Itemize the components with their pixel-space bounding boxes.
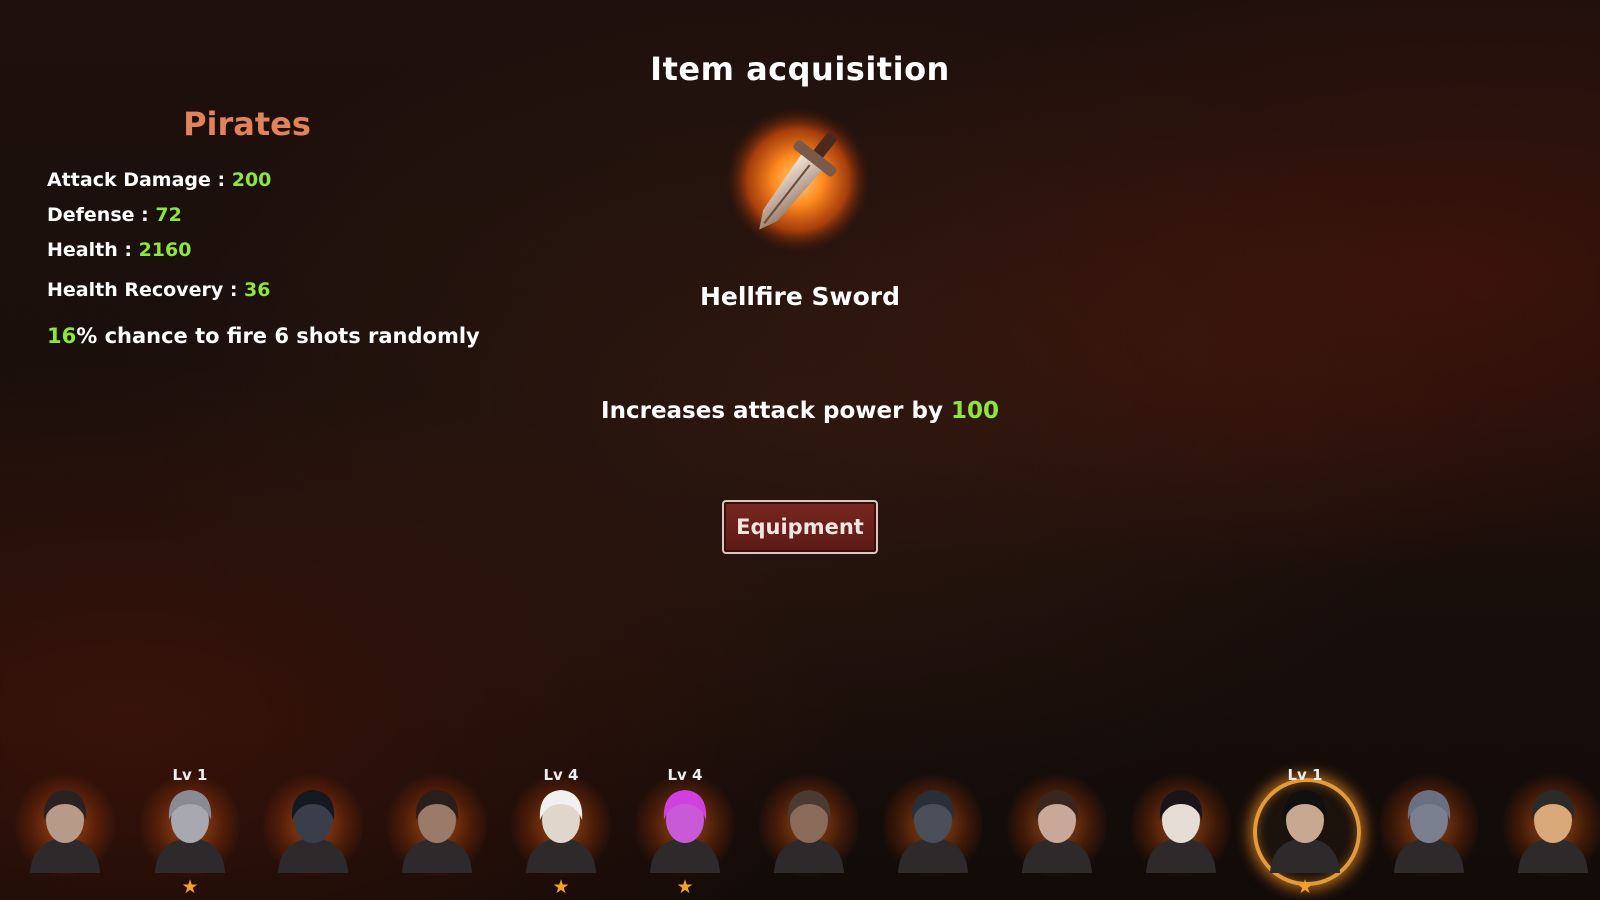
armored-soldier-portrait <box>1394 790 1464 873</box>
roster-slot[interactable] <box>10 760 120 900</box>
skill-text: % chance to fire 6 shots randomly <box>76 324 480 348</box>
stat-label: Health : <box>47 239 139 261</box>
helmeted-knight-portrait <box>155 790 225 873</box>
roster-slot[interactable]: Lv 4 ★ <box>630 760 740 900</box>
item-desc-text: Increases attack power by <box>601 398 951 424</box>
star-icon: ★ <box>552 876 570 898</box>
roster-slot[interactable] <box>258 760 368 900</box>
pink-haired-ninja-portrait <box>650 790 720 873</box>
level-label: Lv 1 <box>172 766 208 784</box>
stat-value: 200 <box>231 169 272 191</box>
stat-label: Defense : <box>47 204 156 226</box>
stat-label: Attack Damage : <box>47 169 232 191</box>
roster-slot[interactable] <box>1002 760 1112 900</box>
roster-slot[interactable] <box>1126 760 1236 900</box>
cowboy-gunslinger-portrait <box>774 790 844 873</box>
level-label: Lv 1 <box>1287 766 1323 784</box>
armored-golem-portrait <box>898 790 968 873</box>
stat-value: 72 <box>155 204 182 226</box>
page-title: Item acquisition <box>650 50 950 88</box>
roster-slot[interactable] <box>382 760 492 900</box>
equipment-button[interactable]: Equipment <box>722 500 878 554</box>
hero-name: Pirates <box>183 105 311 143</box>
hero-info-panel: Pirates Attack Damage : 200 Defense : 72… <box>47 105 567 348</box>
bearded-warrior-portrait <box>30 790 100 873</box>
item-desc-value: 100 <box>950 398 999 424</box>
roster-slot[interactable]: Lv 1 ★ <box>135 760 245 900</box>
level-label: Lv 4 <box>543 766 579 784</box>
stat-value: 2160 <box>138 239 192 261</box>
pirate-captain-portrait <box>1270 790 1340 873</box>
roster-slot[interactable] <box>1374 760 1484 900</box>
roster-slot[interactable] <box>1498 760 1600 900</box>
hooded-assassin-portrait <box>278 790 348 873</box>
sword-icon <box>723 95 873 255</box>
white-haired-mage-portrait <box>526 790 596 873</box>
star-icon: ★ <box>1296 876 1314 898</box>
item-description: Increases attack power by 100 <box>0 398 1600 424</box>
skill-percent: 16 <box>47 324 77 348</box>
pale-witch-portrait <box>1146 790 1216 873</box>
stat-attack-damage: Attack Damage : 200 <box>47 163 567 198</box>
star-icon: ★ <box>181 876 199 898</box>
goggled-engineer-portrait <box>1518 790 1588 873</box>
item-name: Hellfire Sword <box>699 282 901 311</box>
roster-slot[interactable] <box>878 760 988 900</box>
level-label: Lv 4 <box>667 766 703 784</box>
stat-defense: Defense : 72 <box>47 198 567 233</box>
roster-slot[interactable] <box>754 760 864 900</box>
hero-skill-description: 16% chance to fire 6 shots randomly <box>47 324 567 348</box>
stat-health: Health : 2160 <box>47 233 567 268</box>
roster-slot[interactable]: Lv 1 ★ <box>1250 760 1361 900</box>
hero-roster: Lv 1 ★ Lv 4 ★ Lv 4 ★ Lv 1 ★ <box>0 760 1600 900</box>
masked-ranger-portrait <box>402 790 472 873</box>
star-icon: ★ <box>676 876 694 898</box>
roster-slot[interactable]: Lv 4 ★ <box>506 760 616 900</box>
dark-haired-archer-portrait <box>1022 790 1092 873</box>
